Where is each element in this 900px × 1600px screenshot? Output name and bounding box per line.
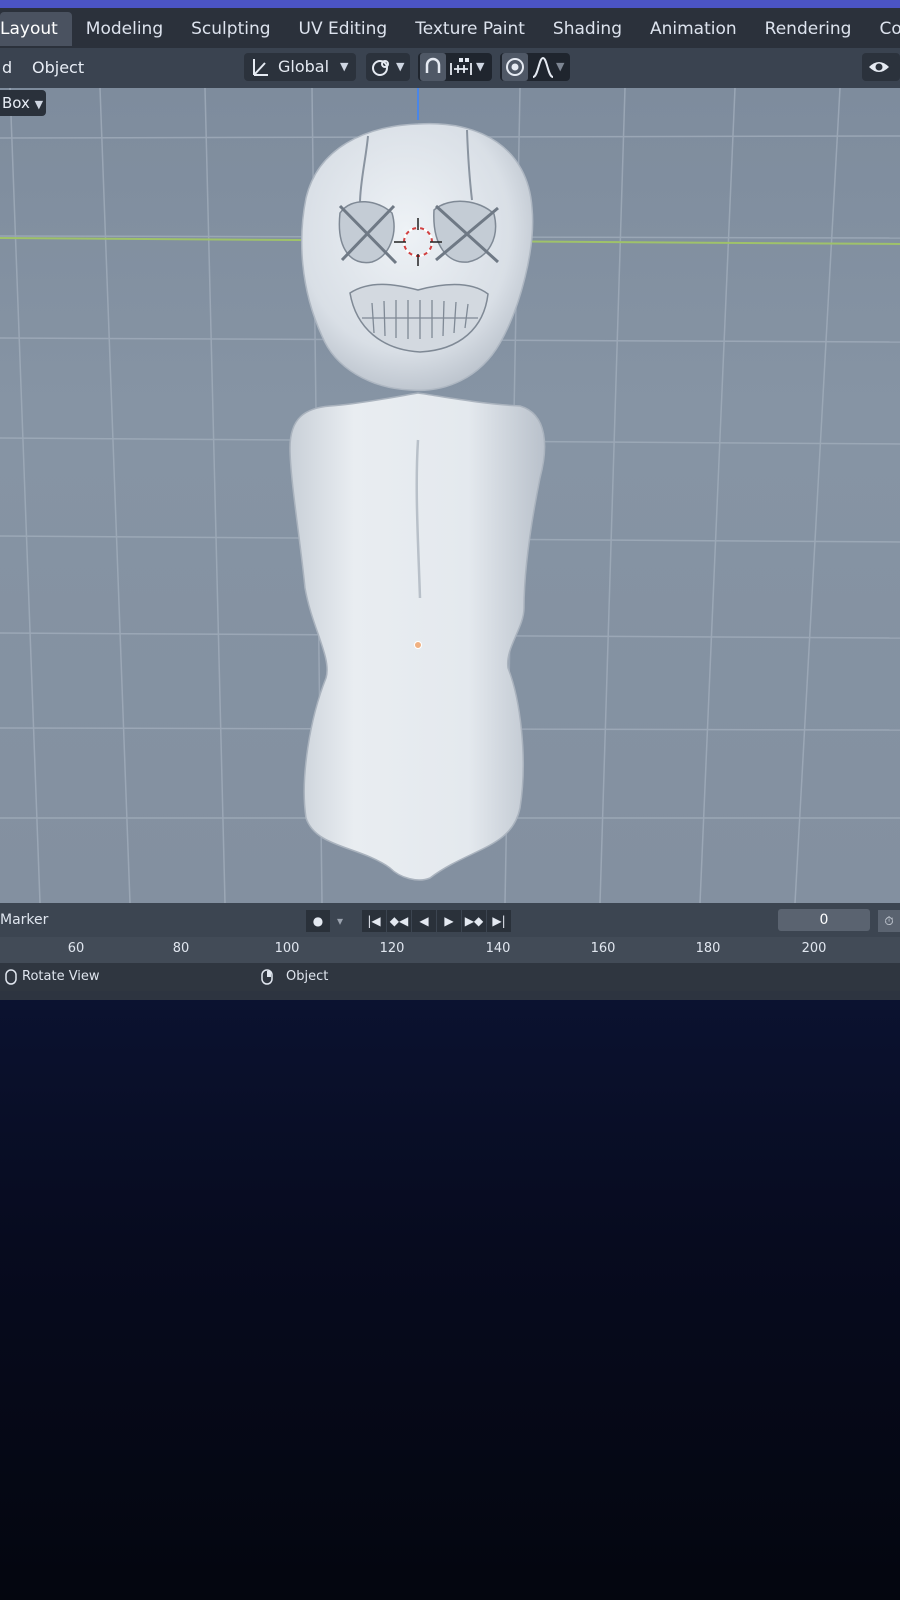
jump-end-button[interactable]: ▶| (487, 910, 511, 932)
sculpt-body[interactable] (289, 392, 546, 881)
timeline-editor: Marker ● ▾ |◀ ◆◀ ◀ ▶ ▶◆ ▶| 0 ⏱ 60 80 100… (0, 903, 900, 963)
chevron-down-icon: ▼ (396, 60, 405, 73)
pivot-point-dropdown[interactable]: ▼ (366, 53, 410, 81)
tab-layout[interactable]: Layout (0, 12, 72, 46)
monitor-screen: Layout Modeling Sculpting UV Editing Tex… (0, 0, 900, 1000)
orientation-label: Global (278, 57, 330, 76)
status-bar: Rotate View Object (0, 963, 900, 991)
workspace-tabs: Layout Modeling Sculpting UV Editing Tex… (0, 8, 900, 50)
ruler-tick: 120 (379, 941, 405, 956)
ruler-tick: 140 (485, 941, 511, 956)
sculpt-head[interactable] (300, 122, 534, 392)
3d-viewport[interactable]: Box ▼ (0, 88, 900, 903)
snap-magnet-icon[interactable] (420, 53, 446, 81)
viewport-header: d Object Global ▼ ▼ ▼ ▼ (0, 48, 900, 88)
chevron-down-icon: ▼ (556, 60, 565, 73)
auto-keying-button[interactable]: ● (306, 910, 330, 932)
play-button[interactable]: ▶ (437, 910, 461, 932)
current-frame-field[interactable]: 0 (778, 909, 870, 931)
proportional-edit-group: ▼ (500, 53, 570, 81)
falloff-curve-icon[interactable] (530, 53, 556, 90)
chevron-down-icon: ▼ (476, 60, 485, 73)
window-top-strip (0, 0, 900, 8)
mouse-right-icon (260, 963, 274, 1000)
ruler-tick: 200 (801, 941, 827, 956)
tab-rendering[interactable]: Rendering (751, 12, 866, 46)
menu-object[interactable]: Object (32, 48, 84, 88)
menu-add-partial[interactable]: d (2, 48, 12, 88)
prev-keyframe-button[interactable]: ◆◀ (387, 910, 411, 932)
ruler-tick: 80 (172, 941, 190, 956)
select-box-label: Box (2, 94, 30, 112)
pivot-icon (370, 53, 394, 90)
timeline-ruler[interactable]: 60 80 100 120 140 160 180 200 (0, 937, 900, 963)
proportional-edit-icon[interactable] (502, 53, 528, 81)
select-box-dropdown[interactable]: Box ▼ (0, 90, 46, 116)
chevron-down-icon: ▼ (340, 60, 349, 73)
snap-increment-icon[interactable] (448, 53, 474, 90)
chevron-down-icon[interactable]: ▾ (332, 910, 348, 932)
orientation-icon (250, 53, 272, 90)
tab-texture-paint[interactable]: Texture Paint (401, 12, 539, 46)
tab-modeling[interactable]: Modeling (72, 12, 177, 46)
monitor-bezel-below (0, 1000, 900, 1600)
jump-start-button[interactable]: |◀ (362, 910, 386, 932)
play-reverse-button[interactable]: ◀ (412, 910, 436, 932)
tab-shading[interactable]: Shading (539, 12, 636, 46)
visibility-dropdown[interactable] (862, 53, 900, 81)
mouse-middle-icon (4, 963, 18, 1000)
status-rotate-view: Rotate View (22, 969, 100, 984)
status-object: Object (286, 969, 329, 984)
tab-compositing[interactable]: Compositing (865, 12, 900, 46)
ruler-tick: 160 (590, 941, 616, 956)
timeline-header: Marker ● ▾ |◀ ◆◀ ◀ ▶ ▶◆ ▶| 0 ⏱ (0, 903, 900, 937)
tab-uv-editing[interactable]: UV Editing (285, 12, 402, 46)
tab-sculpting[interactable]: Sculpting (177, 12, 284, 46)
next-keyframe-button[interactable]: ▶◆ (462, 910, 486, 932)
ruler-tick: 100 (274, 941, 300, 956)
object-origin[interactable] (414, 641, 422, 649)
tab-animation[interactable]: Animation (636, 12, 751, 46)
snap-group: ▼ (418, 53, 492, 81)
transform-orientation-dropdown[interactable]: Global ▼ (244, 53, 356, 81)
chevron-down-icon: ▼ (34, 98, 44, 111)
ruler-tick: 60 (67, 941, 85, 956)
stopwatch-icon[interactable]: ⏱ (878, 910, 900, 932)
ruler-tick: 180 (695, 941, 721, 956)
eye-icon (866, 53, 896, 90)
viewport-canvas (0, 88, 900, 903)
menu-marker[interactable]: Marker (0, 903, 48, 937)
